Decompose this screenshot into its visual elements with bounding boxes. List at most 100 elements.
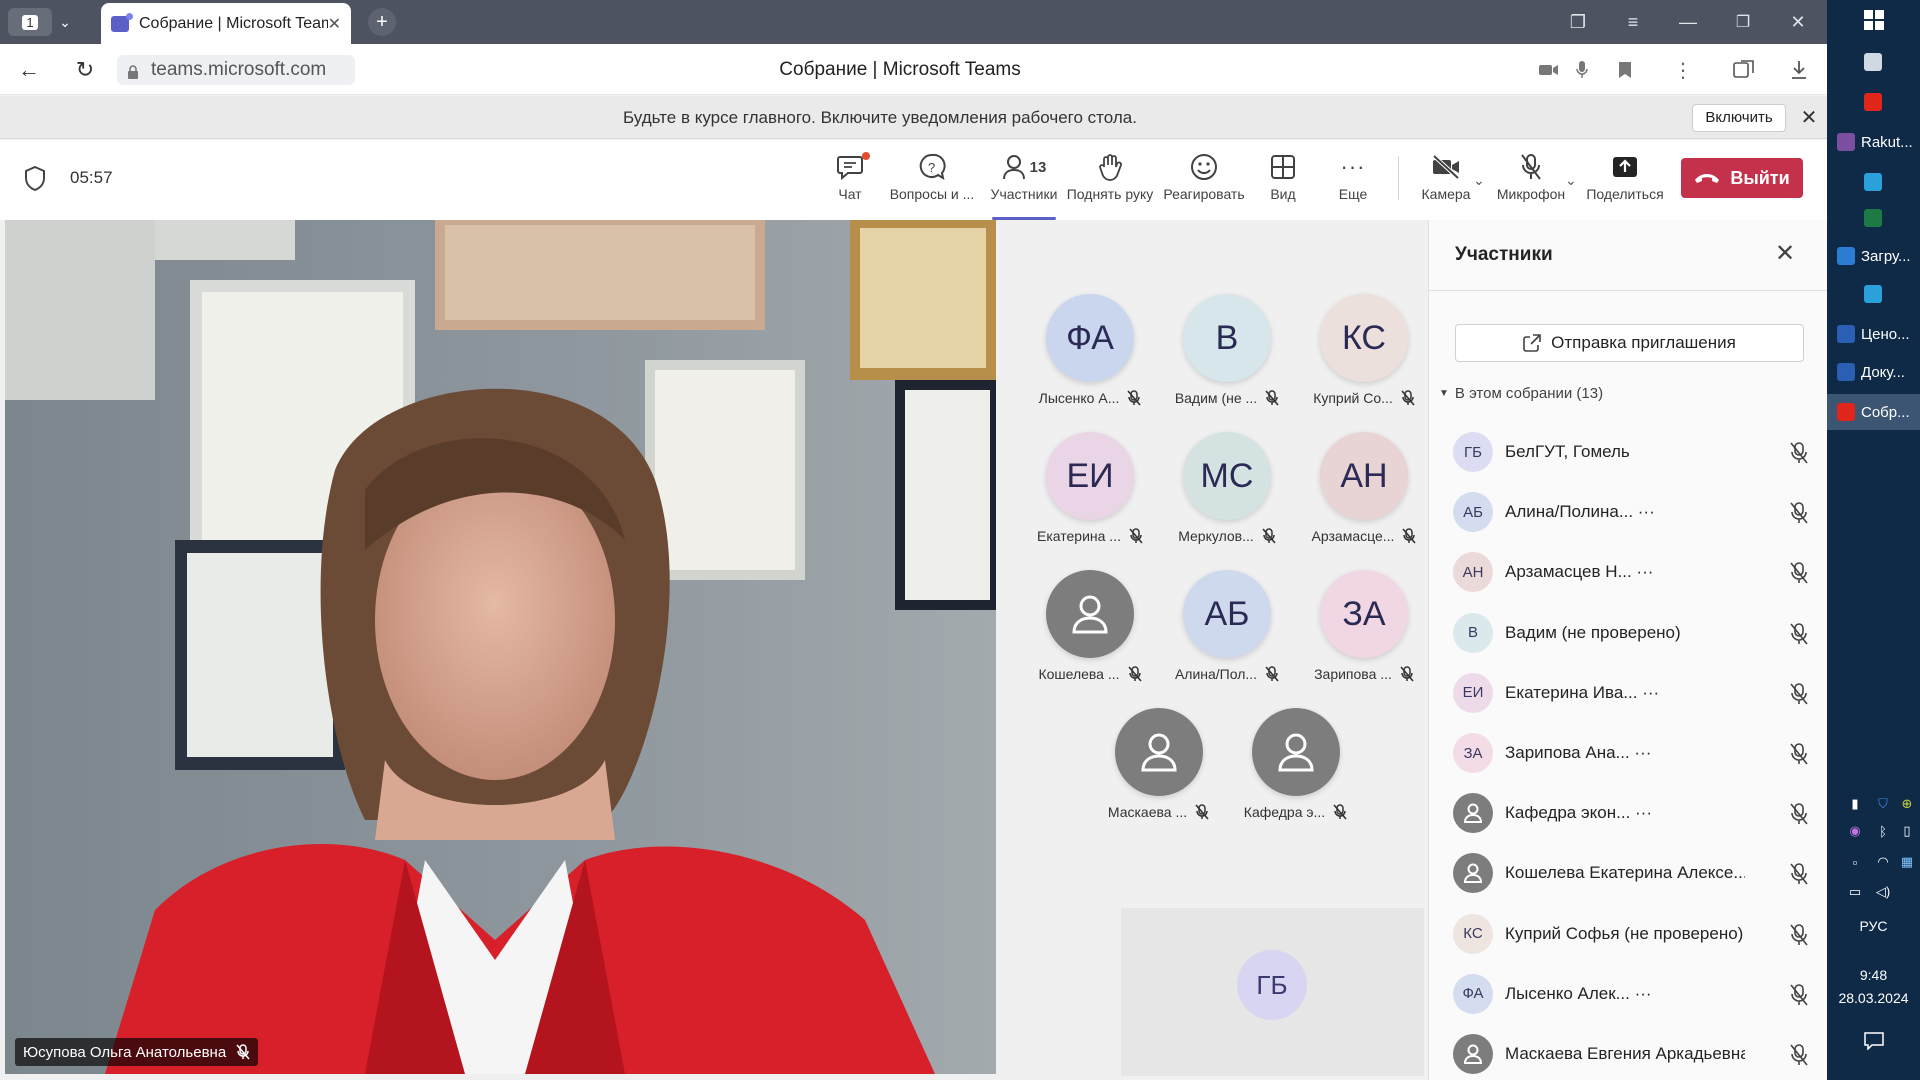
participant-row[interactable]: В Вадим (не проверено) <box>1453 603 1823 663</box>
windows-start-icon[interactable] <box>1864 10 1884 30</box>
speaker-video[interactable]: Юсупова Ольга Анатольевна <box>5 220 996 1074</box>
self-tile[interactable]: ГБ <box>1121 908 1424 1076</box>
participant-row[interactable]: ГБ БелГУТ, Гомель <box>1453 422 1823 482</box>
participant-row[interactable]: ЗА Зарипова Ана... ··· <box>1453 723 1823 783</box>
grid-tile[interactable]: В Вадим (не ... <box>1152 294 1302 424</box>
mic-off-icon[interactable] <box>1789 863 1809 885</box>
close-tab-icon[interactable]: ✕ <box>328 14 341 34</box>
grid-tile[interactable]: АН Арзамасце... <box>1289 432 1439 562</box>
close-window-button[interactable]: ✕ <box>1778 8 1818 36</box>
grid-tile[interactable]: Маскаева ... <box>1084 708 1234 838</box>
taskbar-app[interactable]: Ценo... <box>1827 316 1920 352</box>
battery-icon[interactable]: ▭ <box>1847 884 1863 900</box>
new-tab-button[interactable]: + <box>368 8 396 36</box>
participant-row[interactable]: АН Арзамасцев Н... ··· <box>1453 542 1823 602</box>
raise-hand-button[interactable]: Поднять руку <box>1067 150 1153 214</box>
taskbar-app[interactable]: Доку... <box>1827 354 1920 390</box>
wifi-icon[interactable]: ◠ <box>1875 854 1891 870</box>
mic-off-icon[interactable] <box>1789 923 1809 946</box>
send-invite-button[interactable]: Отправка приглашения <box>1455 324 1804 362</box>
participant-row[interactable]: Кафедра экон... ··· <box>1453 783 1823 843</box>
grid-tile[interactable]: МС Меркулов... <box>1152 432 1302 562</box>
microphone-options-chevron-icon[interactable]: ⌄ <box>1565 172 1577 189</box>
tab-counter-button[interactable]: 1 <box>8 8 52 36</box>
tray-viber-icon[interactable]: ◉ <box>1847 823 1863 839</box>
grid-tile[interactable]: ФА Лысенко А... <box>1015 294 1165 424</box>
restore-button[interactable]: ❐ <box>1723 8 1763 36</box>
grid-tile[interactable]: Кошелева ... <box>1015 570 1165 700</box>
mic-off-icon[interactable] <box>1789 622 1809 645</box>
clock-time[interactable]: 9:48 <box>1827 967 1920 983</box>
tray-app-icon[interactable]: ▮ <box>1847 796 1863 812</box>
tray-plus-icon[interactable]: ⊕ <box>1899 796 1915 812</box>
taskbar-app[interactable] <box>1827 276 1920 312</box>
more-options-icon[interactable]: ⋮ <box>1671 58 1695 82</box>
tray-grid-icon[interactable]: ▦ <box>1899 854 1915 870</box>
tabs-panel-icon[interactable]: ❐ <box>1558 8 1598 36</box>
participant-row[interactable]: ФА Лысенко Алек... ··· <box>1453 964 1823 1024</box>
participant-row[interactable]: КС Куприй Софья (не проверено) <box>1453 904 1823 964</box>
tab-list-chevron-icon[interactable]: ⌄ <box>52 8 78 36</box>
bookmark-icon[interactable] <box>1613 58 1637 82</box>
grid-tile[interactable]: Кафедра э... <box>1221 708 1371 838</box>
taskbar-app[interactable] <box>1827 84 1920 120</box>
view-button[interactable]: Вид <box>1267 150 1299 214</box>
mic-off-icon[interactable] <box>1789 743 1809 765</box>
grid-tile[interactable]: ЕИ Екатерина ... <box>1015 432 1165 562</box>
qa-button[interactable]: ? Вопросы и ... <box>887 150 977 214</box>
close-panel-icon[interactable]: ✕ <box>1769 238 1801 270</box>
menu-icon[interactable]: ≡ <box>1613 8 1653 36</box>
download-icon[interactable] <box>1787 58 1811 82</box>
mic-off-icon[interactable] <box>1789 562 1809 584</box>
tray-file-icon[interactable]: ▫ <box>1847 854 1863 870</box>
leave-button[interactable]: Выйти <box>1681 158 1803 198</box>
participant-row[interactable]: ЕИ Екатерина Ива... ··· <box>1453 663 1823 723</box>
mic-off-icon[interactable] <box>1789 442 1809 464</box>
speaker-mic-off-icon <box>236 1044 250 1060</box>
language-indicator[interactable]: РУС <box>1827 918 1920 934</box>
share-button[interactable]: Поделиться <box>1586 150 1664 214</box>
close-notification-icon[interactable]: ✕ <box>1796 104 1822 132</box>
participant-row[interactable]: Кошелева Екатерина Алексе... <box>1453 843 1823 903</box>
volume-icon[interactable]: ◁) <box>1875 884 1891 900</box>
tray-usb-icon[interactable]: ▯ <box>1899 823 1915 839</box>
mic-off-icon[interactable] <box>1789 1044 1809 1066</box>
mic-off-icon[interactable] <box>1789 803 1809 825</box>
in-meeting-section-header[interactable]: ▼ В этом собрании (13) <box>1439 385 1603 402</box>
camera-indicator-icon[interactable] <box>1537 58 1561 82</box>
microphone-button[interactable]: Микрофон <box>1496 150 1566 214</box>
grid-tile[interactable]: АБ Алина/Пол... <box>1152 570 1302 700</box>
tray-shield-icon[interactable]: ⛉ <box>1875 796 1891 812</box>
chat-button[interactable]: Чат <box>832 150 870 214</box>
microphone-indicator-icon[interactable] <box>1570 58 1594 82</box>
camera-options-chevron-icon[interactable]: ⌄ <box>1473 172 1485 189</box>
taskbar-app[interactable]: Загру... <box>1827 238 1920 274</box>
grid-tile[interactable]: ЗА Зарипова ... <box>1289 570 1439 700</box>
taskbar-app[interactable]: Rakut... <box>1827 124 1920 160</box>
minimize-button[interactable]: — <box>1668 8 1708 36</box>
reload-button[interactable]: ↻ <box>70 55 100 85</box>
reader-mode-icon[interactable] <box>1732 58 1756 82</box>
mic-off-icon[interactable] <box>1789 682 1809 705</box>
participant-row[interactable]: Маскаева Евгения Аркадьевна <box>1453 1024 1823 1080</box>
participants-button[interactable]: 13 Участники <box>988 150 1060 220</box>
clock-date[interactable]: 28.03.2024 <box>1827 990 1920 1006</box>
mic-off-icon[interactable] <box>1789 983 1809 1006</box>
camera-button[interactable]: Камера <box>1418 150 1474 214</box>
more-button[interactable]: ··· Еще <box>1336 150 1370 214</box>
url-field[interactable]: teams.microsoft.com <box>117 55 355 85</box>
taskbar-app[interactable] <box>1827 44 1920 80</box>
mic-off-icon[interactable] <box>1789 502 1809 524</box>
taskbar-app[interactable]: Собр... <box>1827 394 1920 430</box>
participant-row[interactable]: АБ Алина/Полина... ··· <box>1453 482 1823 542</box>
grid-tile[interactable]: КС Куприй Со... <box>1289 294 1439 424</box>
taskbar-app[interactable] <box>1827 164 1920 200</box>
taskbar-app[interactable] <box>1827 200 1920 236</box>
back-button[interactable]: ← <box>14 55 44 85</box>
tab-active[interactable]: Собрание | Microsoft Teams ✕ <box>101 3 351 44</box>
react-button[interactable]: Реагировать <box>1163 150 1245 214</box>
shield-icon[interactable] <box>24 166 46 192</box>
bluetooth-icon[interactable]: ᛒ <box>1875 823 1891 839</box>
notifications-icon[interactable] <box>1864 1032 1884 1051</box>
enable-notifications-button[interactable]: Включить <box>1692 104 1786 132</box>
